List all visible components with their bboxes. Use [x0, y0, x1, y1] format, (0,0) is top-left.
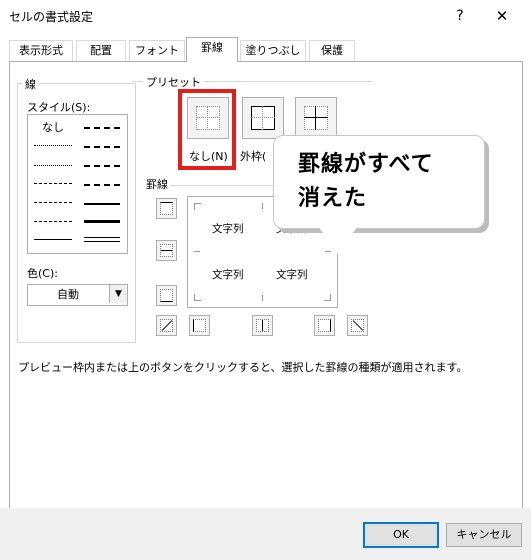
preview-cell-text: 文字列	[212, 269, 244, 281]
line-style-double[interactable]	[84, 237, 120, 242]
callout-line-2: 消えた	[298, 186, 368, 211]
preview-cell-text: 文字列	[276, 269, 308, 281]
line-style-medium-dashed[interactable]	[84, 184, 120, 186]
help-button[interactable]: ?	[448, 4, 472, 28]
line-group-title: 線	[23, 76, 38, 92]
line-style-medium-dash-dot[interactable]	[84, 165, 120, 167]
style-label: スタイル(S):	[27, 101, 91, 114]
border-middle-vertical-icon	[256, 319, 269, 332]
border-diagonal-down-button[interactable]	[347, 315, 368, 336]
border-middle-vertical-button[interactable]	[252, 315, 273, 336]
color-select[interactable]: 自動 ▼	[27, 284, 128, 306]
title-bar: セルの書式設定 ? ✕	[0, 0, 531, 32]
line-style-list[interactable]: なし	[27, 114, 128, 254]
border-right-icon	[318, 319, 331, 332]
line-style-medium-dash-dot-dot[interactable]	[84, 127, 120, 129]
border-diagonal-up-button[interactable]	[156, 315, 177, 336]
ok-button[interactable]: OK	[363, 522, 439, 548]
border-left-icon	[193, 319, 206, 332]
line-style-dash-dot-dot[interactable]	[34, 183, 72, 184]
line-style-dash-dot[interactable]	[34, 202, 72, 203]
tab-font[interactable]: フォント	[129, 40, 185, 61]
tab-number-format[interactable]: 表示形式	[9, 40, 73, 61]
preset-inside-icon	[304, 106, 328, 130]
border-left-button[interactable]	[189, 315, 210, 336]
line-style-dotted[interactable]	[34, 165, 72, 166]
window-title: セルの書式設定	[9, 10, 94, 24]
border-bottom-icon	[160, 289, 173, 302]
tab-border[interactable]: 罫線	[186, 37, 238, 62]
callout-text: 罫線がすべて 消えた	[298, 148, 434, 216]
preset-outline-button[interactable]	[242, 97, 284, 139]
preset-outline-label: 外枠(	[240, 150, 267, 163]
border-middle-horizontal-button[interactable]	[156, 240, 177, 261]
preset-none-highlight	[178, 89, 236, 170]
line-style-thick[interactable]	[84, 220, 120, 223]
border-group-title: 罫線	[143, 176, 171, 192]
border-top-icon	[160, 202, 173, 215]
cancel-button[interactable]: キャンセル	[446, 523, 522, 547]
border-top-button[interactable]	[156, 198, 177, 219]
preset-inside-button[interactable]	[295, 97, 337, 139]
callout-line-1: 罫線がすべて	[298, 152, 434, 177]
tab-fill[interactable]: 塗りつぶし	[240, 40, 306, 61]
preview-cell-text: 文字列	[212, 223, 244, 235]
diagonal-down-icon	[351, 319, 364, 332]
line-style-slant-dash-dot[interactable]	[84, 146, 120, 148]
line-style-dashed[interactable]	[34, 221, 72, 222]
chevron-down-icon[interactable]: ▼	[109, 285, 127, 303]
instruction-note: プレビュー枠内または上のボタンをクリックすると、選択した罫線の種類が適用されます…	[18, 361, 468, 374]
diagonal-up-icon	[160, 319, 173, 332]
callout-tail	[318, 226, 358, 254]
line-style-hair[interactable]	[34, 145, 72, 146]
border-bottom-button[interactable]	[156, 285, 177, 306]
line-style-none[interactable]: なし	[42, 119, 64, 135]
color-label: 色(C):	[27, 267, 58, 280]
close-button[interactable]: ✕	[490, 4, 514, 28]
tab-protection[interactable]: 保護	[309, 40, 355, 61]
tab-alignment[interactable]: 配置	[76, 40, 126, 61]
border-middle-horizontal-icon	[160, 244, 173, 257]
border-right-button[interactable]	[314, 315, 335, 336]
line-style-medium[interactable]	[84, 203, 120, 205]
color-select-value: 自動	[57, 288, 79, 301]
preset-group-title: プリセット	[143, 74, 204, 90]
line-style-thin[interactable]	[34, 239, 72, 240]
preset-outline-icon	[251, 106, 275, 130]
